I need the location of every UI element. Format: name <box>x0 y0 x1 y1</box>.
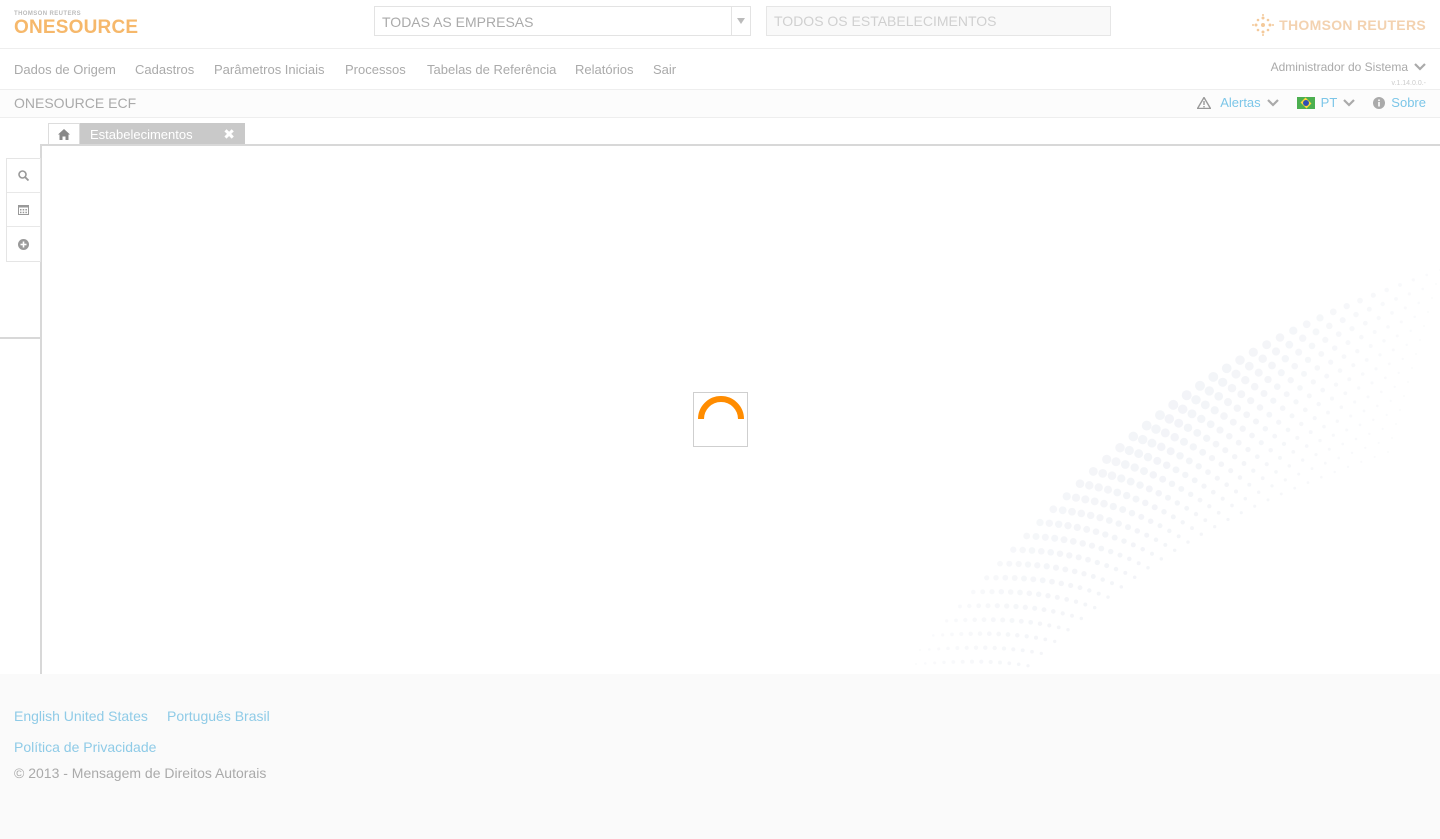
about-link[interactable]: Sobre <box>1373 95 1426 110</box>
main-nav: Dados de Origem Cadastros Parâmetros Ini… <box>0 49 1440 90</box>
loading-spinner-icon <box>698 396 744 420</box>
header: THOMSON REUTERS ONESOURCE TODAS AS EMPRE… <box>0 0 1440 49</box>
establishment-input[interactable] <box>766 6 1111 36</box>
nav-item-sair[interactable]: Sair <box>653 62 676 77</box>
footer-link-privacy[interactable]: Política de Privacidade <box>14 739 156 755</box>
add-button[interactable] <box>7 227 40 261</box>
alerts-menu[interactable]: Alertas <box>1197 95 1279 110</box>
search-icon <box>18 170 29 181</box>
brazil-flag-icon <box>1296 96 1315 109</box>
search-button[interactable] <box>7 159 40 193</box>
info-icon <box>1373 96 1386 109</box>
chevron-down-icon <box>1266 98 1279 107</box>
chevron-down-icon <box>1414 63 1426 71</box>
logo-main-text: ONESOURCE <box>14 17 139 38</box>
nav-item-relatorios[interactable]: Relatórios <box>575 62 634 77</box>
decorative-background-pattern <box>900 260 1440 674</box>
side-toolbar <box>6 158 41 262</box>
tab-bar: Estabelecimentos ✖ <box>48 123 245 145</box>
tab-label: Estabelecimentos <box>90 126 193 142</box>
app-title: ONESOURCE ECF <box>14 95 137 111</box>
add-circle-icon <box>18 238 29 250</box>
nav-item-processos[interactable]: Processos <box>345 62 406 77</box>
close-icon[interactable]: ✖ <box>223 126 235 143</box>
chevron-down-icon <box>1343 98 1356 107</box>
loading-spinner <box>693 392 748 447</box>
footer-link-english[interactable]: English United States <box>14 708 148 724</box>
left-panel-divider <box>0 337 42 339</box>
nav-item-tabelas-de-referencia[interactable]: Tabelas de Referência <box>427 62 556 77</box>
user-menu[interactable]: Administrador do Sistema <box>1271 60 1426 74</box>
nav-item-dados-de-origem[interactable]: Dados de Origem <box>14 62 116 77</box>
chevron-down-icon[interactable] <box>731 7 750 35</box>
language-menu[interactable]: PT <box>1296 95 1356 110</box>
company-select[interactable]: TODAS AS EMPRESAS <box>374 6 751 36</box>
calendar-icon <box>18 205 29 215</box>
footer: English United States Português Brasil P… <box>0 674 1440 839</box>
footer-link-portugues[interactable]: Português Brasil <box>167 708 270 724</box>
tab-estabelecimentos[interactable]: Estabelecimentos ✖ <box>80 123 245 145</box>
nav-item-cadastros[interactable]: Cadastros <box>135 62 194 77</box>
calendar-button[interactable] <box>7 193 40 227</box>
thomson-reuters-brand: THOMSON REUTERS <box>1251 14 1426 36</box>
thomson-reuters-logo-icon <box>1252 14 1275 36</box>
onesource-logo[interactable]: THOMSON REUTERS ONESOURCE <box>14 11 138 38</box>
footer-copyright: © 2013 - Mensagem de Direitos Autorais <box>14 765 267 781</box>
language-label: PT <box>1320 95 1338 110</box>
alerts-label: Alertas <box>1220 95 1261 110</box>
brand-name: THOMSON REUTERS <box>1279 17 1426 33</box>
home-icon <box>58 129 70 140</box>
company-select-value: TODAS AS EMPRESAS <box>382 14 534 30</box>
tab-home[interactable] <box>48 123 80 145</box>
app-bar: ONESOURCE ECF Alertas PT Sobre <box>0 90 1440 118</box>
version-label: v.1.14.0.0.- <box>1391 80 1426 87</box>
warning-icon <box>1197 96 1212 109</box>
nav-item-parametros-iniciais[interactable]: Parâmetros Iniciais <box>214 62 325 77</box>
user-name: Administrador do Sistema <box>1270 60 1408 74</box>
about-label: Sobre <box>1391 95 1426 110</box>
